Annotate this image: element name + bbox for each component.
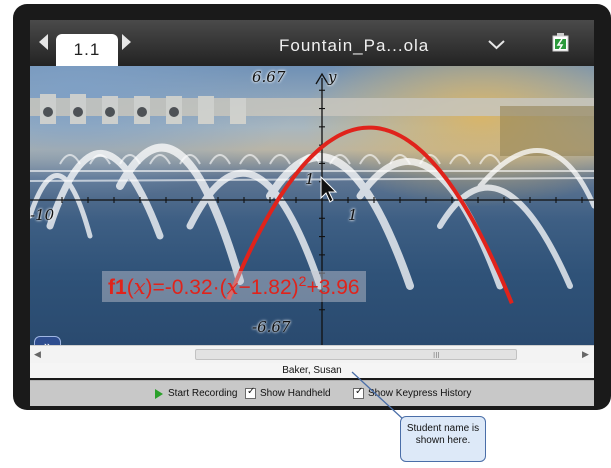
callout-pointer	[351, 371, 414, 421]
callout-note: Student name is shown here.	[400, 416, 486, 462]
